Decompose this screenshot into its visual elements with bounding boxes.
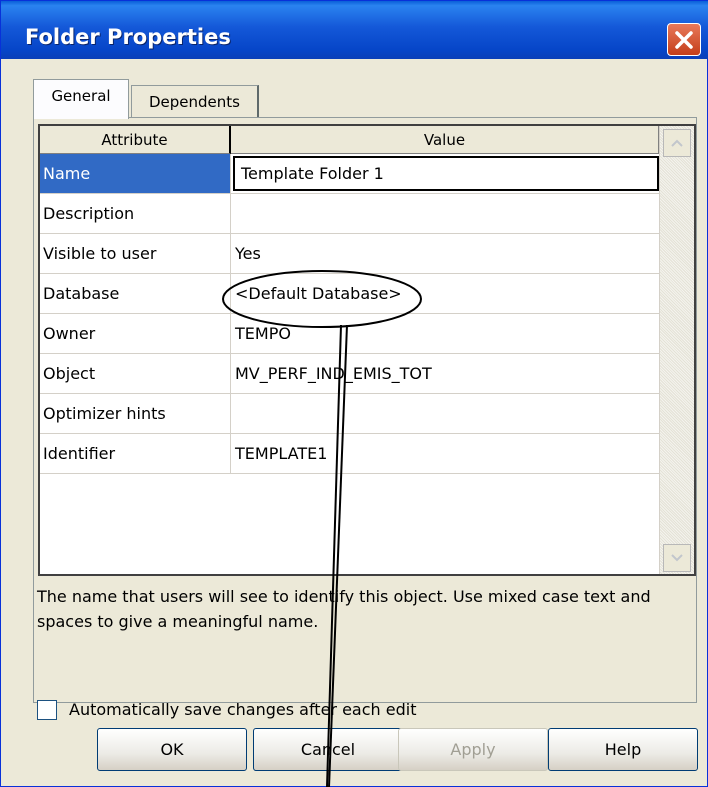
tab-general[interactable]: General (33, 79, 129, 119)
callout-ellipse (222, 270, 422, 328)
